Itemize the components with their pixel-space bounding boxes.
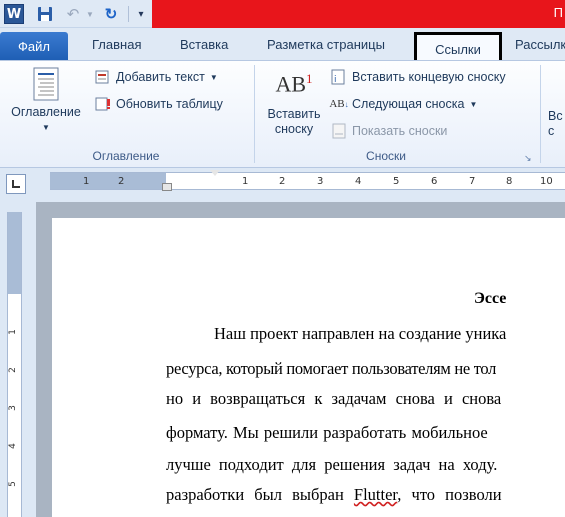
ruler-tick: 2: [7, 367, 18, 373]
document-line: но и возвращаться к задачам снова и снов…: [166, 389, 502, 408]
add-text-icon: [94, 69, 112, 85]
tab-home[interactable]: Главная: [92, 37, 141, 52]
chevron-down-icon: ▼: [469, 99, 478, 109]
hanging-indent-icon[interactable]: [162, 183, 172, 191]
ruler-tick: 5: [393, 176, 400, 187]
show-notes-label: Показать сноски: [352, 124, 448, 138]
ruler-tick: 6: [431, 176, 438, 187]
word-app-icon[interactable]: W: [4, 4, 24, 24]
tab-page-layout[interactable]: Разметка страницы: [267, 37, 385, 52]
footnotes-group-label: Сноски: [366, 149, 406, 163]
insert-footnote-label-1: Вставить: [267, 107, 321, 121]
tab-selector-button[interactable]: [6, 174, 26, 194]
insert-endnote-button[interactable]: i Вставить концевую сноску: [330, 67, 506, 87]
update-table-label: Обновить таблицу: [116, 97, 223, 111]
ruler-tick: 10: [540, 176, 553, 187]
customize-toolbar-icon[interactable]: ▾: [134, 4, 148, 24]
spellcheck-word: Flutter: [353, 485, 398, 504]
document-line: лучше подходит для решения задач на ходу…: [166, 455, 498, 474]
partial-button-label-2: с: [548, 124, 555, 138]
document-line: Наш проект направлен на создание уника: [214, 324, 507, 343]
dialog-launcher-icon[interactable]: ↘: [524, 153, 532, 164]
document-line: формату. Мы решили разработать мобильное: [166, 423, 488, 442]
quick-access-toolbar: W ↶ ▼ ↻ ▾ П: [0, 0, 565, 28]
ruler-tick: 4: [355, 176, 362, 187]
chevron-down-icon: ▼: [209, 72, 218, 82]
endnote-icon: i: [330, 69, 348, 85]
footnote-icon: AB1: [275, 71, 313, 97]
update-table-button[interactable]: Обновить таблицу: [94, 94, 223, 114]
insert-footnote-button[interactable]: AB1 Вставить сноску: [260, 67, 328, 137]
update-table-icon: [94, 96, 112, 112]
document-page[interactable]: Эссе Наш проект направлен на создание ун…: [52, 218, 565, 517]
next-footnote-button[interactable]: AB ↓ Следующая сноска ▼: [329, 94, 478, 114]
add-text-label: Добавить текст: [116, 70, 205, 84]
redo-icon[interactable]: ↻: [102, 4, 120, 24]
chevron-down-icon: ▼: [42, 123, 50, 132]
ruler-tick: 1: [83, 176, 90, 187]
next-footnote-label: Следующая сноска: [352, 97, 465, 111]
title-bar: П: [152, 0, 565, 28]
tab-file[interactable]: Файл: [0, 32, 68, 60]
toc-button[interactable]: Оглавление ▼: [6, 67, 86, 135]
svg-text:i: i: [334, 75, 337, 85]
tab-insert[interactable]: Вставка: [180, 37, 228, 52]
document-title: Эссе: [474, 290, 507, 307]
ruler-bar: 1 2 1 2 3 4 5 6 7 8 10: [0, 168, 565, 202]
ruler-tick: 1: [242, 176, 249, 187]
next-footnote-icon: AB ↓: [329, 98, 349, 110]
ruler-tick: 1: [7, 329, 18, 335]
ribbon-panel: Оглавление ▼ Добавить текст ▼ Обновить т…: [0, 60, 565, 168]
insert-endnote-label: Вставить концевую сноску: [352, 70, 506, 84]
ruler-tick: 5: [7, 481, 18, 487]
toolbar-separator: [128, 6, 129, 22]
show-notes-button[interactable]: Показать сноски: [330, 121, 447, 141]
indent-marker-icon[interactable]: [210, 170, 220, 176]
save-icon[interactable]: [36, 4, 54, 24]
toc-group-label: Оглавление: [92, 149, 160, 163]
partial-button-label-1: Вс: [548, 109, 563, 123]
partial-button[interactable]: Вс с: [548, 109, 565, 139]
ruler-tick: 4: [7, 443, 18, 449]
vertical-ruler[interactable]: 1 2 3 4 5: [7, 212, 22, 517]
document-text: разработки был выбран: [166, 485, 344, 504]
toc-icon: [32, 67, 60, 101]
undo-dropdown-icon[interactable]: ▼: [86, 4, 94, 24]
document-line-last: разработки был выбран Flutter, что позво…: [166, 485, 502, 505]
insert-footnote-label-2: сноску: [274, 122, 314, 136]
ruler-tick: 8: [506, 176, 513, 187]
document-line: ресурса, который помогает пользователям …: [166, 359, 497, 378]
ribbon-tabs: Файл Главная Вставка Разметка страницы С…: [0, 28, 565, 64]
toc-button-label: Оглавление: [11, 105, 81, 119]
ruler-tick: 3: [7, 405, 18, 411]
window-title: П: [553, 5, 563, 20]
add-text-button[interactable]: Добавить текст ▼: [94, 67, 218, 87]
show-notes-icon: [330, 123, 348, 139]
document-text: , что позволи: [397, 485, 502, 504]
tab-mailings[interactable]: Рассылк: [515, 37, 565, 52]
ruler-tick: 3: [317, 176, 324, 187]
ruler-tick: 7: [469, 176, 476, 187]
ruler-tick: 2: [118, 176, 125, 187]
group-separator: [540, 65, 541, 163]
undo-icon[interactable]: ↶: [64, 4, 82, 24]
group-separator: [254, 65, 255, 163]
ruler-tick: 2: [279, 176, 286, 187]
horizontal-ruler[interactable]: 1 2 1 2 3 4 5 6 7 8 10: [50, 170, 565, 191]
